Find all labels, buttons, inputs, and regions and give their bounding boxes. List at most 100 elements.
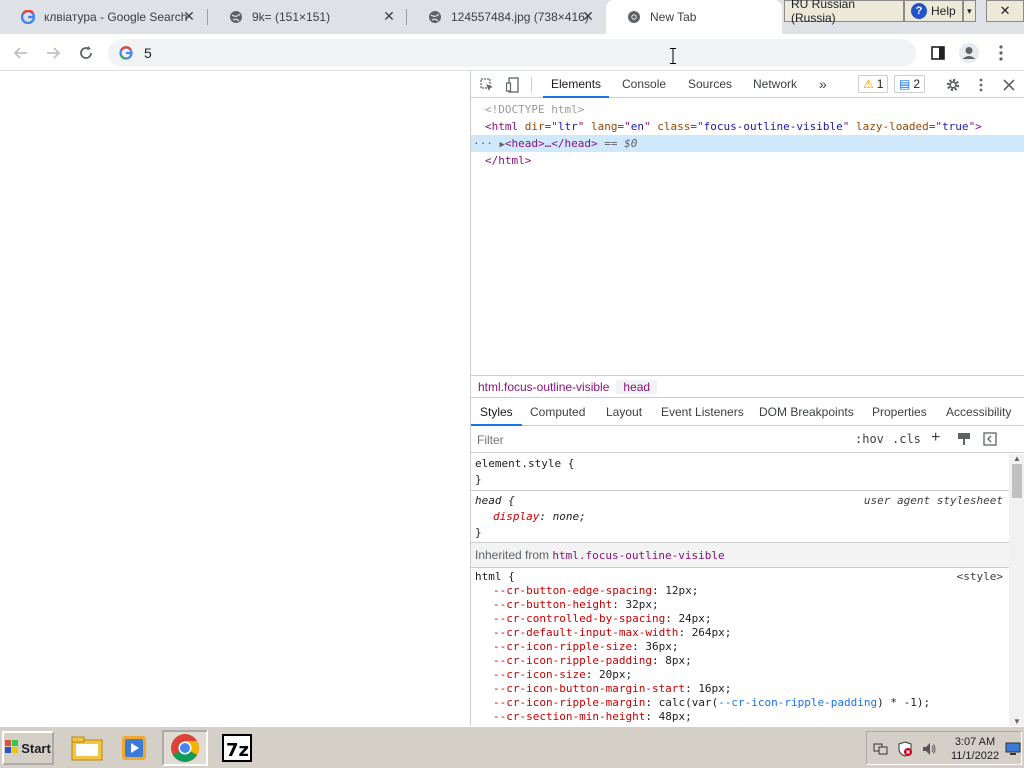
- inherited-header: Inherited from html.focus-outline-visibl…: [471, 543, 1009, 567]
- tab-accessibility[interactable]: Accessibility: [937, 399, 1020, 426]
- tab-title: клвіатура - Google Search: [44, 10, 188, 24]
- profile-avatar-icon[interactable]: [956, 40, 982, 66]
- css-declaration[interactable]: --cr-controlled-by-spacing: 24px;: [471, 612, 1009, 626]
- side-panel-icon[interactable]: [925, 40, 951, 66]
- css-value-with-var: calc(var(--cr-icon-ripple-padding) * -1)…: [658, 696, 931, 709]
- sidebar-toggle-icon[interactable]: [983, 432, 997, 449]
- new-rule-icon[interactable]: +: [931, 429, 940, 447]
- css-declaration[interactable]: --cr-default-input-max-width: 264px;: [471, 626, 1009, 640]
- network-icon[interactable]: [873, 741, 889, 760]
- globe-icon: [228, 9, 244, 25]
- paint-bucket-icon[interactable]: [957, 432, 971, 449]
- help-button[interactable]: ? Help: [904, 0, 963, 22]
- css-rule-head[interactable]: head {user agent stylesheet display: non…: [471, 494, 1009, 540]
- scroll-up-icon[interactable]: ▲: [1013, 454, 1021, 463]
- display-icon[interactable]: [1005, 741, 1021, 760]
- inherited-selector-link[interactable]: html.focus-outline-visible: [552, 549, 724, 562]
- stylesheet-source-link[interactable]: <style>: [957, 570, 1003, 584]
- system-tray: 3:07 AM 11/1/2022: [866, 731, 1022, 765]
- breadcrumb-item[interactable]: html.focus-outline-visible: [471, 380, 616, 394]
- browser-tab[interactable]: клвіатура - Google Search ✕: [0, 0, 206, 34]
- chrome-taskbar-icon[interactable]: [162, 730, 208, 766]
- volume-icon[interactable]: [921, 741, 937, 760]
- node-ellipsis-icon[interactable]: ···: [473, 137, 493, 150]
- elements-tree: <!DOCTYPE html> <html dir="ltr" lang="en…: [471, 99, 1024, 375]
- devtools-menu-icon[interactable]: [971, 75, 991, 95]
- reload-icon[interactable]: [73, 40, 99, 66]
- gear-icon[interactable]: [943, 75, 963, 95]
- start-button[interactable]: Start: [2, 731, 54, 765]
- tab-styles[interactable]: Styles: [471, 399, 522, 426]
- tab-computed[interactable]: Computed: [521, 399, 594, 426]
- css-declaration[interactable]: --cr-icon-ripple-size: 36px;: [471, 640, 1009, 654]
- google-g-icon: [118, 45, 134, 61]
- page-content[interactable]: [0, 71, 470, 726]
- warning-icon: ⚠: [863, 77, 874, 91]
- device-toolbar-icon[interactable]: [503, 75, 523, 95]
- stylesheet-source: user agent stylesheet: [863, 494, 1003, 507]
- browser-tab-active[interactable]: New Tab: [606, 0, 782, 34]
- tab-layout[interactable]: Layout: [597, 399, 651, 426]
- css-declaration[interactable]: --cr-section-min-height: 48px;: [471, 710, 1009, 724]
- google-g-icon: [20, 9, 36, 25]
- clock[interactable]: 3:07 AM 11/1/2022: [947, 735, 1003, 763]
- svg-text:7z: 7z: [226, 740, 249, 761]
- browser-tab[interactable]: 124557484.jpg (738×416) ✕: [407, 0, 605, 34]
- rule-divider: [471, 490, 1009, 491]
- dom-head-selected[interactable]: ··· ▶<head>…</head> == $0: [471, 135, 1024, 152]
- styles-scrollbar[interactable]: ▲ ▼: [1009, 454, 1024, 726]
- tab-elements[interactable]: Elements: [543, 71, 610, 98]
- tab-sources[interactable]: Sources: [680, 71, 740, 98]
- close-icon[interactable]: ✕: [382, 9, 396, 23]
- styles-tabbar: Styles Computed Layout Event Listeners D…: [471, 399, 1024, 426]
- hover-state-toggle[interactable]: :hov: [855, 432, 884, 446]
- css-rule-element-style[interactable]: element.style { }: [471, 457, 1009, 487]
- dom-html-open[interactable]: <html dir="ltr" lang="en" class="focus-o…: [471, 118, 1024, 135]
- back-icon[interactable]: [8, 40, 34, 66]
- messages-badge[interactable]: ▤ 2: [894, 75, 926, 93]
- forward-icon[interactable]: [40, 40, 66, 66]
- tab-title: New Tab: [650, 10, 697, 24]
- tab-network[interactable]: Network: [745, 71, 805, 98]
- class-toggle[interactable]: .cls: [892, 432, 921, 446]
- css-declaration[interactable]: --cr-icon-ripple-padding: 8px;: [471, 654, 1009, 668]
- breadcrumb-item-selected[interactable]: head: [616, 379, 658, 394]
- close-icon[interactable]: ✕: [182, 9, 196, 23]
- dom-html-close[interactable]: </html>: [471, 152, 1024, 169]
- 7zip-icon[interactable]: 7z: [214, 730, 260, 766]
- os-taskbar: Start 7z 3:07 AM 11/1/2022: [0, 726, 1024, 768]
- devtools-panel: Elements Console Sources Network » ⚠ 1 ▤ 2…: [470, 71, 1024, 726]
- inspect-element-icon[interactable]: [477, 75, 497, 95]
- browser-tab[interactable]: 9k= (151×151) ✕: [208, 0, 406, 34]
- css-declaration[interactable]: --cr-button-height: 32px;: [471, 598, 1009, 612]
- css-declaration[interactable]: --cr-button-edge-spacing: 12px;: [471, 584, 1009, 598]
- styles-filter-bar: :hov .cls +: [471, 427, 1024, 453]
- file-explorer-icon[interactable]: [64, 730, 110, 766]
- styles-filter-input[interactable]: [477, 431, 837, 449]
- menu-kebab-icon[interactable]: [988, 40, 1014, 66]
- address-bar[interactable]: 5: [108, 39, 916, 67]
- tab-event-listeners[interactable]: Event Listeners: [652, 399, 753, 426]
- css-rule-html[interactable]: html {<style> --cr-button-edge-spacing: …: [471, 570, 1009, 724]
- css-declaration[interactable]: --cr-icon-ripple-margin: calc(var(--cr-i…: [471, 696, 1009, 710]
- tab-dom-breakpoints[interactable]: DOM Breakpoints: [750, 399, 863, 426]
- media-player-icon[interactable]: [112, 730, 158, 766]
- rule-divider: [471, 567, 1009, 568]
- security-alert-icon[interactable]: [897, 741, 913, 760]
- close-devtools-icon[interactable]: [999, 75, 1019, 95]
- tab-console[interactable]: Console: [614, 71, 674, 98]
- window-close-button[interactable]: ✕: [986, 0, 1024, 22]
- warnings-badge[interactable]: ⚠ 1: [858, 75, 889, 93]
- globe-icon: [427, 9, 443, 25]
- language-indicator[interactable]: RU Russian (Russia): [784, 0, 904, 25]
- tab-properties[interactable]: Properties: [863, 399, 936, 426]
- browser-toolbar: 5: [0, 34, 1024, 71]
- css-declaration[interactable]: --cr-icon-button-margin-start: 16px;: [471, 682, 1009, 696]
- dom-doctype[interactable]: <!DOCTYPE html>: [471, 101, 1024, 118]
- more-tabs-icon[interactable]: »: [811, 71, 835, 98]
- langbar-options-button[interactable]: ▾: [962, 0, 977, 22]
- scrollbar-thumb[interactable]: [1012, 464, 1022, 498]
- close-icon[interactable]: ✕: [581, 9, 595, 23]
- scroll-down-icon[interactable]: ▼: [1013, 717, 1021, 726]
- css-declaration[interactable]: --cr-icon-size: 20px;: [471, 668, 1009, 682]
